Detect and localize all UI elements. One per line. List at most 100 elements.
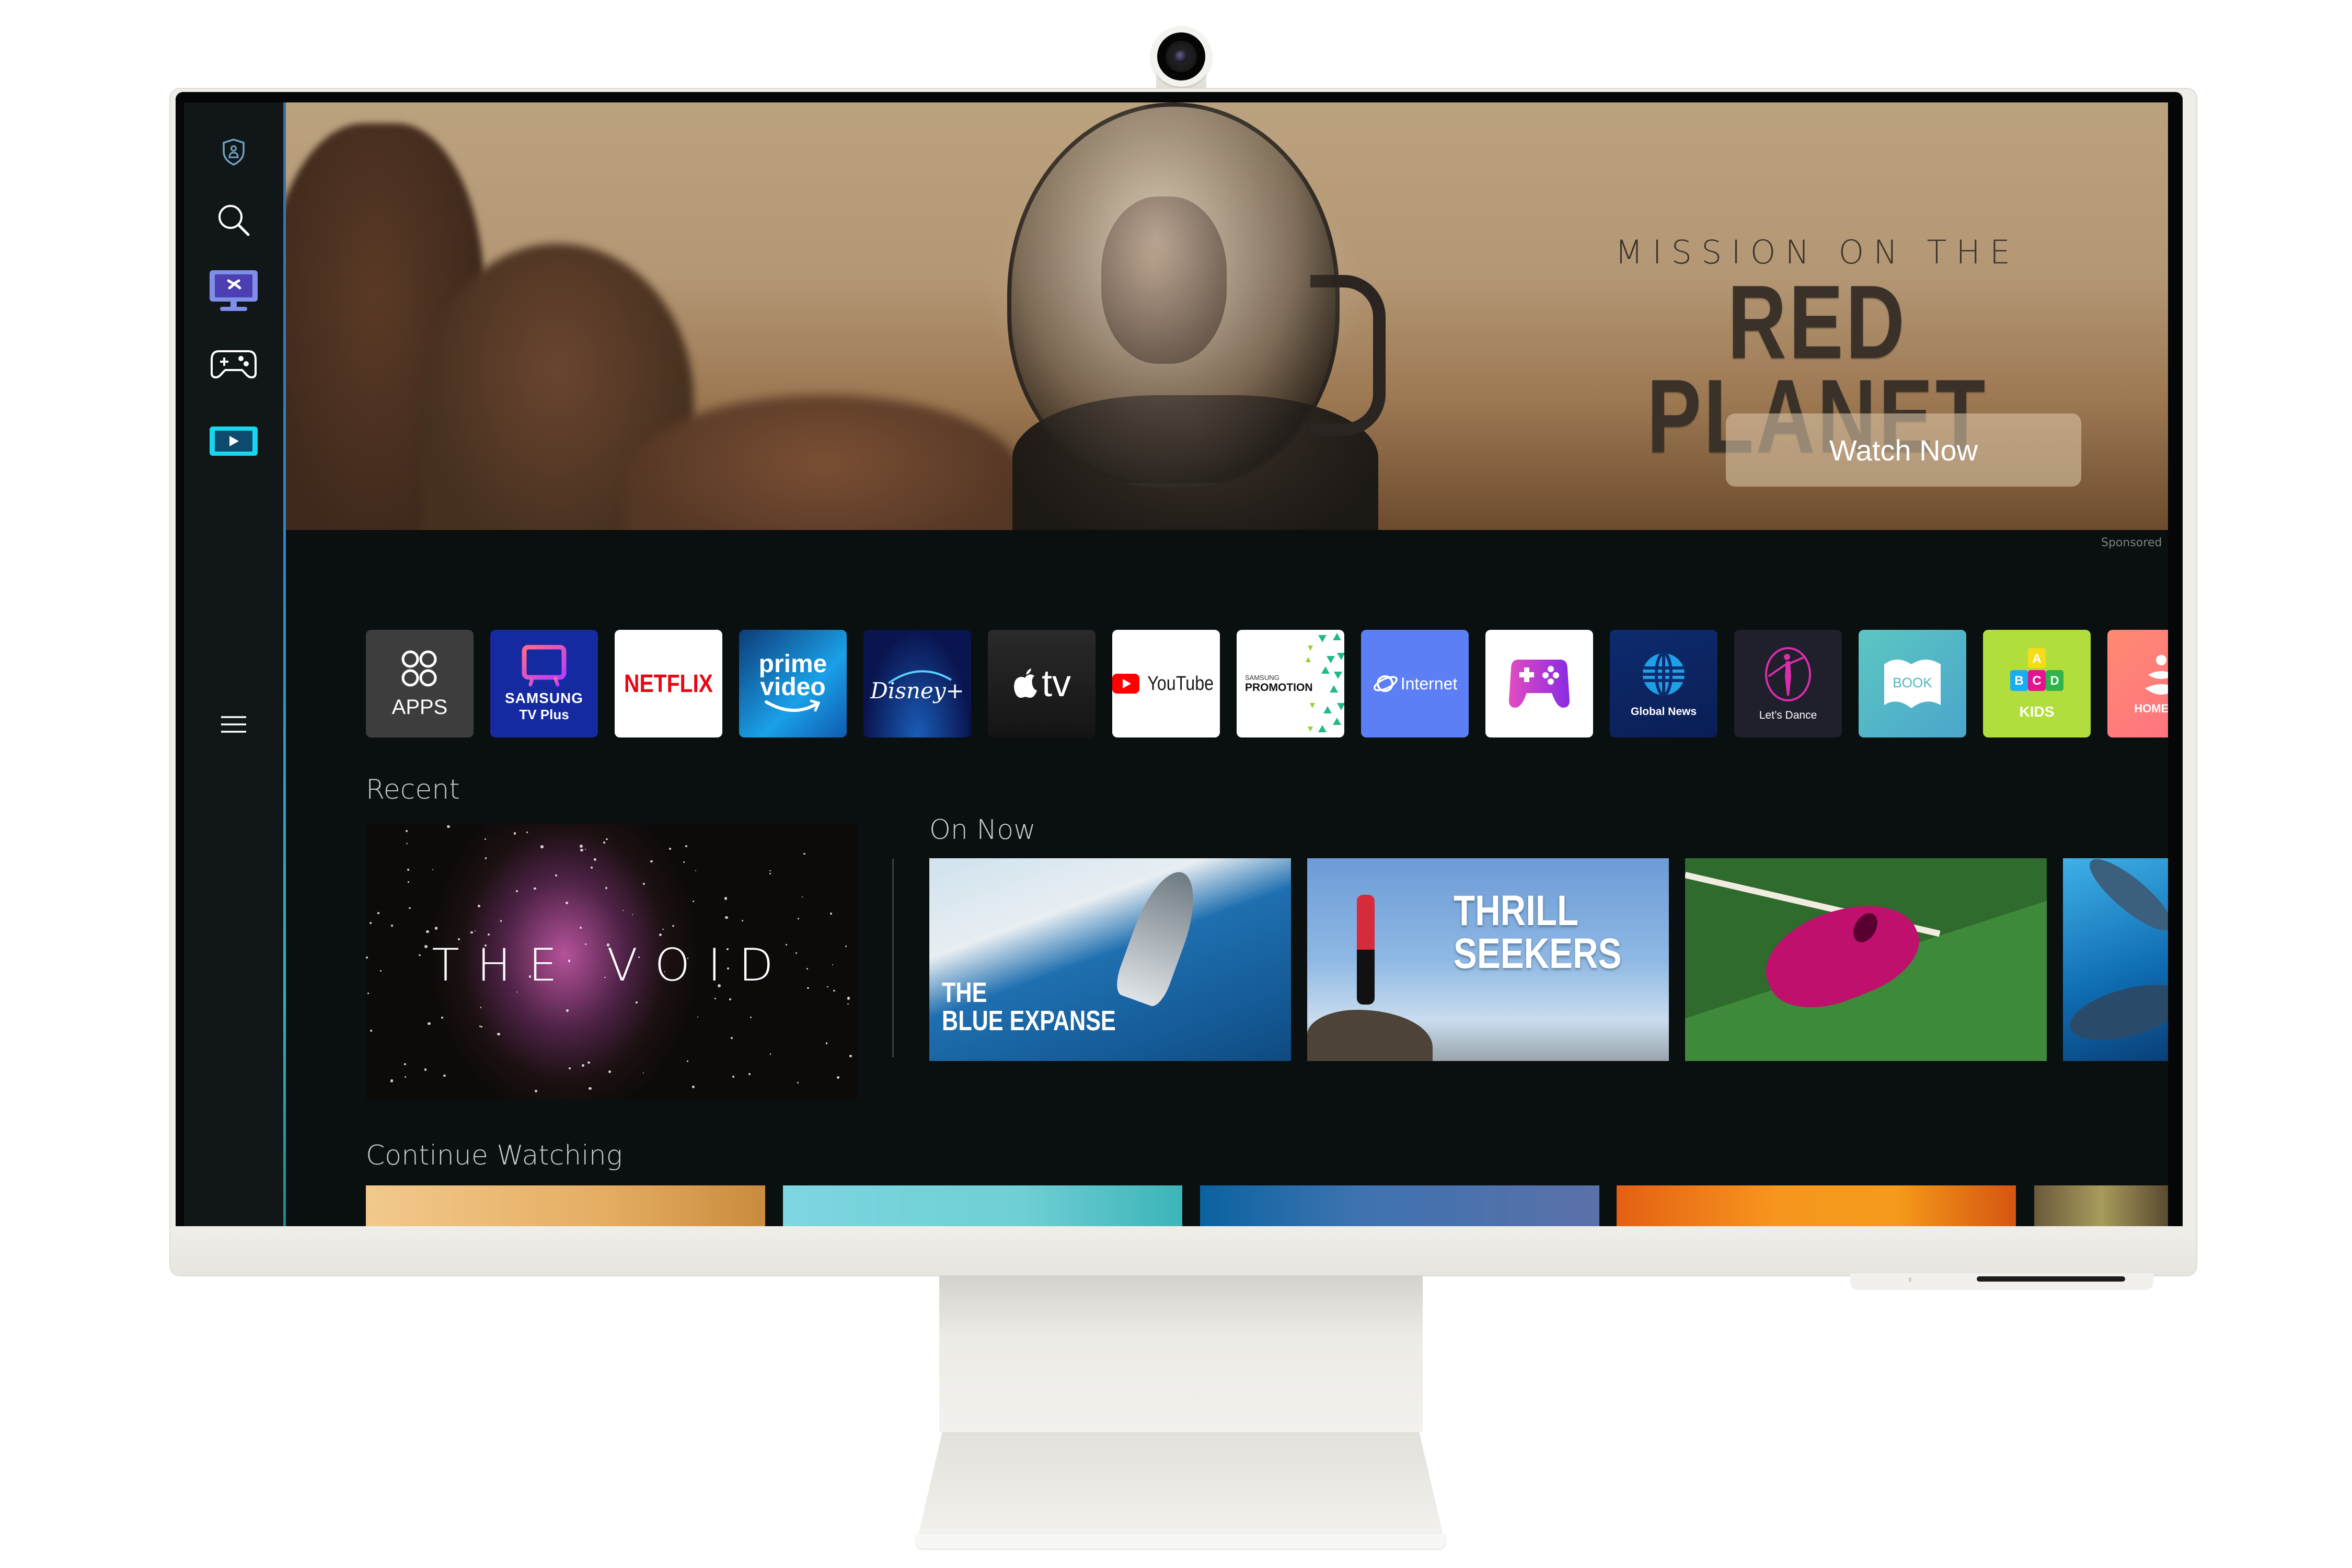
star: [798, 918, 800, 920]
title-line: THRILL: [1454, 887, 1579, 935]
app-label: HOME YO: [2134, 702, 2168, 715]
monitor-control-slot: [1977, 1276, 2125, 1282]
app-tile-samsung-promotion[interactable]: SAMSUNG PROMOTION: [1237, 630, 1344, 737]
star: [581, 1064, 584, 1067]
title-line: BLUE EXPANSE: [942, 1005, 1116, 1036]
fish-shape: [2081, 858, 2168, 941]
on-now-card-ocean[interactable]: [2063, 858, 2168, 1061]
app-tile-book[interactable]: BOOK: [1859, 630, 1966, 737]
app-tile-apple-tv[interactable]: tv: [988, 630, 1096, 737]
yoga-icon: [2145, 655, 2168, 695]
apps-grid-icon: [401, 650, 437, 686]
star: [603, 841, 605, 844]
continue-watching-tile[interactable]: [783, 1185, 1182, 1226]
hero-banner[interactable]: MISSION ON THE RED PLANET Watch Now: [286, 102, 2168, 530]
continue-watching-tile[interactable]: [1617, 1185, 2016, 1226]
star: [669, 847, 671, 850]
sidebar-item-search[interactable]: [207, 199, 260, 241]
planet-icon: [1373, 675, 1398, 692]
app-tile-kids[interactable]: ABCD KIDS: [1983, 630, 2091, 737]
app-label: SAMSUNG: [504, 689, 584, 706]
app-tile-disney-plus[interactable]: Disney+: [863, 630, 971, 737]
star: [484, 838, 487, 840]
star: [497, 1032, 500, 1036]
continue-watching-tile[interactable]: [366, 1185, 765, 1226]
star: [479, 1025, 481, 1027]
sidebar-item-media[interactable]: [207, 420, 260, 462]
prime-smile-icon: [765, 699, 821, 712]
star: [725, 916, 728, 919]
app-label: Internet: [1400, 674, 1458, 693]
on-now-card-animated-dog[interactable]: [1685, 858, 2047, 1061]
monitor-stand-neck: [939, 1275, 1423, 1432]
game-controller-icon: [1509, 660, 1570, 708]
hero-astronaut-helmet: [1007, 102, 1340, 487]
star: [836, 1076, 839, 1079]
star: [643, 1073, 644, 1074]
star: [685, 845, 688, 847]
recent-card-the-void[interactable]: THE VOID: [366, 824, 857, 1099]
star: [691, 1085, 695, 1089]
app-tile-home-yoga[interactable]: HOME YO: [2107, 630, 2168, 737]
app-tile-apps[interactable]: APPS: [366, 630, 474, 737]
star: [579, 927, 582, 929]
star: [825, 1042, 828, 1044]
app-sublabel: video: [760, 673, 826, 701]
on-now-card-blue-expanse[interactable]: THE BLUE EXPANSE: [929, 858, 1291, 1061]
app-tile-netflix[interactable]: NETFLIX: [615, 630, 722, 737]
monitor-chin: [170, 1226, 2196, 1275]
star: [443, 1074, 446, 1077]
app-row: APPS SAMSUNG TV Plus NETFLIX prime video…: [366, 630, 2168, 739]
star: [369, 922, 372, 925]
star: [672, 925, 674, 927]
app-tile-internet[interactable]: Internet: [1361, 630, 1469, 737]
sidebar: [184, 102, 283, 1226]
star: [500, 920, 502, 922]
watch-now-button[interactable]: Watch Now: [1726, 413, 2081, 487]
gamepad-icon: [211, 350, 257, 379]
star: [687, 1060, 688, 1063]
hiker-shape: [1357, 895, 1375, 1005]
star: [750, 1017, 752, 1019]
app-tile-prime-video[interactable]: prime video: [739, 630, 847, 737]
webcam: [1151, 26, 1212, 87]
app-tile-lets-dance[interactable]: Let’s Dance: [1734, 630, 1842, 737]
star: [695, 870, 697, 872]
app-label: prime: [758, 650, 827, 678]
star: [732, 1075, 734, 1078]
star: [432, 869, 434, 870]
on-now-card-thrill-seekers[interactable]: THRILL SEEKERS: [1307, 858, 1669, 1061]
webcam-lens-center: [1175, 50, 1187, 63]
sidebar-item-gaming[interactable]: [207, 343, 260, 385]
app-tile-global-news[interactable]: Global News: [1610, 630, 1717, 737]
triangle-pattern-icon: [1306, 633, 1344, 732]
sidebar-item-privacy[interactable]: [207, 134, 260, 170]
open-book-icon: BOOK: [1884, 660, 1941, 708]
app-tile-youtube[interactable]: YouTube: [1112, 630, 1220, 737]
star: [683, 861, 685, 863]
star: [662, 928, 664, 930]
fish-shape: [2064, 974, 2168, 1051]
star: [406, 843, 408, 845]
star: [830, 912, 833, 915]
sidebar-item-menu[interactable]: [207, 704, 260, 745]
star: [724, 896, 728, 900]
star: [659, 933, 662, 936]
apple-icon: [1013, 668, 1037, 698]
star: [407, 868, 410, 871]
star: [769, 1053, 771, 1055]
abc-blocks-icon: AB C D: [2010, 648, 2063, 691]
star: [591, 867, 593, 869]
dancer-icon: [1765, 647, 1811, 701]
continue-watching-tile[interactable]: [1200, 1185, 1599, 1226]
star: [587, 1061, 590, 1064]
monitor-stand-base: [916, 1432, 1446, 1546]
play-screen-icon: [210, 426, 258, 456]
star: [803, 852, 805, 855]
app-tile-game[interactable]: [1485, 630, 1593, 737]
continue-watching-tile[interactable]: [2034, 1185, 2168, 1226]
star: [478, 904, 481, 908]
app-label: YouTube: [1147, 672, 1214, 695]
sidebar-item-source[interactable]: [207, 264, 260, 317]
app-tile-samsung-tv-plus[interactable]: SAMSUNG TV Plus: [490, 630, 598, 737]
